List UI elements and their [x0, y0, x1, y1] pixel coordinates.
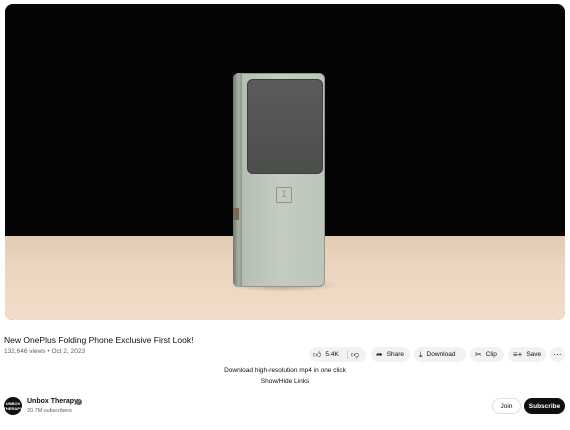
- download-label: Download: [426, 351, 456, 358]
- like-count[interactable]: 5.4K: [325, 351, 338, 358]
- upload-date: Oct 2, 2023: [51, 348, 86, 355]
- video-meta: 132,646 views • Oct 2, 2023: [4, 348, 85, 355]
- clip-button[interactable]: ✂ Clip: [470, 347, 504, 362]
- share-button[interactable]: ➦ Share: [371, 347, 410, 362]
- oneplus-logo-icon: 1: [276, 187, 292, 203]
- download-promo-link[interactable]: Download high-resolution mp4 in one clic…: [0, 367, 570, 374]
- verified-check-icon: ✓: [76, 398, 82, 405]
- phone-in-video: [233, 73, 325, 287]
- save-button[interactable]: ≡+ Save: [508, 347, 546, 362]
- phone-cover-screen: [247, 79, 323, 174]
- thumbs-down-icon[interactable]: 👎︎: [351, 350, 359, 359]
- clip-label: Clip: [485, 351, 497, 358]
- playlist-add-icon: ≡+: [513, 349, 523, 359]
- channel-name[interactable]: Unbox Therapy: [27, 398, 78, 405]
- phone-edge: [233, 73, 242, 287]
- join-button[interactable]: Join: [492, 398, 521, 414]
- more-horizontal-icon: ⋯: [553, 350, 562, 359]
- show-hide-links[interactable]: Show/Hide Links: [0, 378, 570, 385]
- video-title: New OnePlus Folding Phone Exclusive Firs…: [4, 335, 194, 345]
- phone-hinge: [233, 208, 239, 220]
- save-label: Save: [526, 351, 542, 358]
- like-divider: [347, 350, 348, 359]
- view-count: 132,646 views: [4, 348, 46, 355]
- scissors-icon: ✂: [475, 349, 482, 359]
- share-label: Share: [386, 351, 405, 358]
- download-icon: ⤓: [419, 349, 423, 359]
- share-arrow-icon: ➦: [376, 349, 383, 359]
- subscribe-button[interactable]: Subscribe: [524, 398, 565, 414]
- download-button[interactable]: ⤓ Download: [414, 347, 466, 362]
- thumbs-up-icon[interactable]: 👍︎: [313, 350, 321, 359]
- more-actions-button[interactable]: ⋯: [550, 347, 565, 362]
- like-dislike-group: 👍︎ 5.4K 👎︎: [309, 347, 366, 362]
- channel-avatar[interactable]: UNBOX THERAPY: [3, 397, 23, 415]
- subscriber-count: 20.7M subscribers: [27, 408, 72, 414]
